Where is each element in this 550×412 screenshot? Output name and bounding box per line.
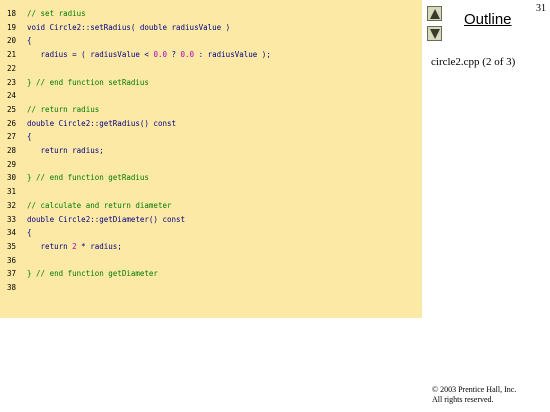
line-number: 20 xyxy=(7,36,17,46)
code-token: * radius; xyxy=(76,241,122,251)
code-text: return 2 * radius; xyxy=(27,241,122,253)
line-number: 22 xyxy=(7,63,17,73)
code-line: 20 { xyxy=(0,35,422,47)
line-number: 24 xyxy=(7,91,17,101)
code-token: void Circle2::setRadius( double radiusVa… xyxy=(27,22,231,32)
code-token: return xyxy=(27,241,73,251)
code-line: 21 radius = ( radiusValue < 0.0 ? 0.0 : … xyxy=(0,49,422,61)
line-number: 18 xyxy=(7,9,17,18)
code-line: 38 xyxy=(0,282,422,294)
line-number: 25 xyxy=(7,104,17,114)
line-number: 37 xyxy=(7,269,17,279)
code-text: double Circle2::getDiameter() const xyxy=(27,214,185,226)
code-token: ? xyxy=(166,50,181,60)
code-token: return radius; xyxy=(27,146,104,155)
code-text: } // end function getRadius xyxy=(27,172,149,184)
line-number: 35 xyxy=(7,241,17,251)
code-line: 18 // set radius xyxy=(0,8,422,20)
rights-line: All rights reserved. xyxy=(432,395,494,404)
code-text: } // end function getDiameter xyxy=(27,268,158,280)
line-number: 38 xyxy=(7,283,17,292)
code-line: 24 xyxy=(0,90,422,102)
code-line: 28 return radius; xyxy=(0,145,422,157)
code-token: { xyxy=(27,36,32,46)
outline-link[interactable]: Outline xyxy=(464,11,512,28)
line-number: 21 xyxy=(7,50,17,60)
line-number: 19 xyxy=(7,22,17,32)
code-line: 34 { xyxy=(0,227,422,239)
code-token: { xyxy=(27,228,32,238)
code-token: : radiusValue ); xyxy=(194,50,271,60)
code-text: } // end function setRadius xyxy=(27,77,149,89)
line-number: 29 xyxy=(7,159,17,169)
line-number: 33 xyxy=(7,214,17,224)
line-number: 31 xyxy=(7,187,17,197)
code-text: void Circle2::setRadius( double radiusVa… xyxy=(27,22,230,34)
line-number: 32 xyxy=(7,200,17,210)
code-token: { xyxy=(27,132,32,142)
code-token: // set radius xyxy=(27,9,86,18)
code-text: { xyxy=(27,227,32,239)
next-slide-button[interactable] xyxy=(427,26,442,41)
code-token: radius = ( radiusValue < xyxy=(27,50,154,60)
line-number: 30 xyxy=(7,173,17,183)
line-number: 36 xyxy=(7,255,17,265)
code-line: 36 xyxy=(0,255,422,267)
code-token: } // end function getDiameter xyxy=(27,269,158,279)
code-line: 37 } // end function getDiameter xyxy=(0,268,422,280)
code-listing: 18 // set radius19 void Circle2::setRadius… xyxy=(0,0,422,318)
copyright-line: © 2003 Prentice Hall, Inc. xyxy=(432,385,517,394)
code-line: 22 xyxy=(0,63,422,75)
copyright-notice: © 2003 Prentice Hall, Inc. All rights re… xyxy=(432,385,516,405)
code-line: 35 return 2 * radius; xyxy=(0,241,422,253)
code-line: 19 void Circle2::setRadius( double radius… xyxy=(0,22,422,34)
code-line: 25 // return radius xyxy=(0,104,422,116)
line-number: 26 xyxy=(7,118,17,128)
code-token: // return radius xyxy=(27,104,100,114)
code-line: 23 } // end function setRadius xyxy=(0,77,422,89)
code-text: double Circle2::getRadius() const xyxy=(27,118,176,130)
page-number: 31 xyxy=(536,3,546,14)
code-text: radius = ( radiusValue < 0.0 ? 0.0 : rad… xyxy=(27,49,271,61)
line-number: 23 xyxy=(7,77,17,87)
previous-slide-button[interactable] xyxy=(427,6,442,21)
code-line: 29 xyxy=(0,159,422,171)
triangle-down-icon xyxy=(430,29,440,39)
code-text: // return radius xyxy=(27,104,99,116)
line-number: 34 xyxy=(7,228,17,238)
code-text: // set radius xyxy=(27,8,86,20)
code-token: // calculate and return diameter xyxy=(27,200,172,210)
code-line: 27 { xyxy=(0,131,422,143)
code-token: } // end function setRadius xyxy=(27,77,149,87)
code-token: 0.0 xyxy=(153,50,167,60)
line-number: 28 xyxy=(7,146,17,155)
code-token: double Circle2::getDiameter() const xyxy=(27,214,186,224)
code-line: 26 double Circle2::getRadius() const xyxy=(0,118,422,130)
code-token: } // end function getRadius xyxy=(27,173,149,183)
code-token: 0.0 xyxy=(180,50,195,60)
triangle-up-icon xyxy=(430,9,440,19)
code-line: 31 xyxy=(0,186,422,198)
code-text: // calculate and return diameter xyxy=(27,200,172,212)
code-text: { xyxy=(27,35,32,47)
code-line: 33 double Circle2::getDiameter() const xyxy=(0,214,422,226)
code-text: return radius; xyxy=(27,145,104,157)
code-text: { xyxy=(27,131,32,143)
code-token: double Circle2::getRadius() const xyxy=(27,118,177,128)
file-label: circle2.cpp (2 of 3) xyxy=(431,56,516,68)
code-line: 30 } // end function getRadius xyxy=(0,172,422,184)
code-line: 32 // calculate and return diameter xyxy=(0,200,422,212)
line-number: 27 xyxy=(7,132,17,142)
